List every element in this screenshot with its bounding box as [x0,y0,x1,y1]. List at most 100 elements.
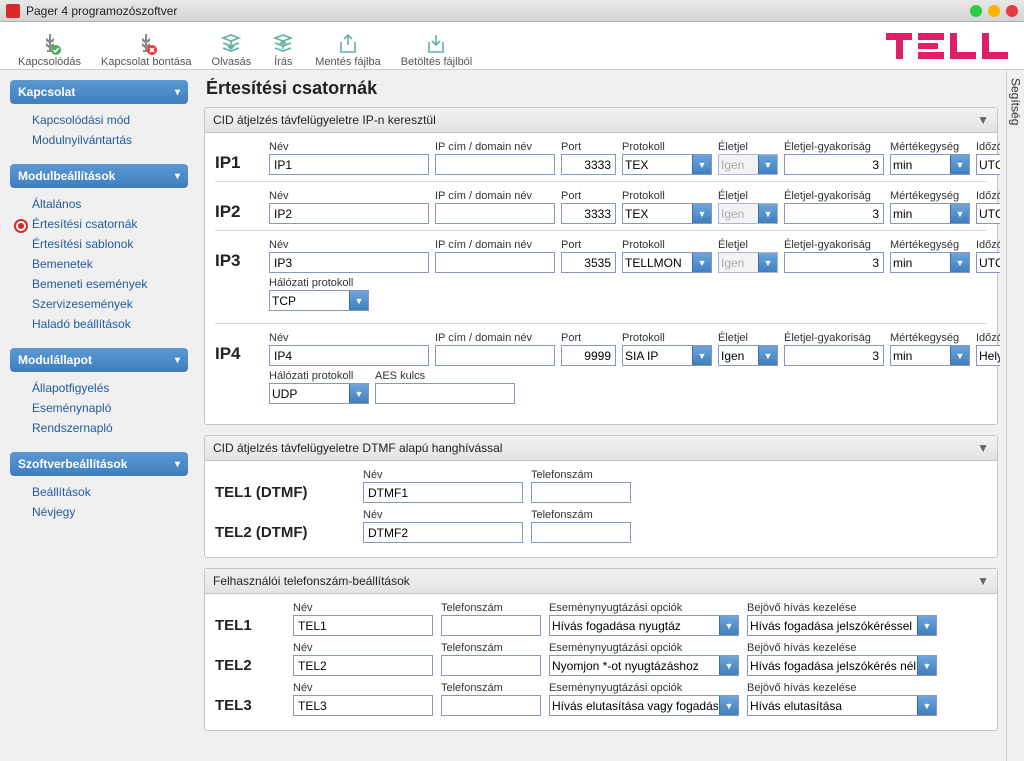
ip-row: IP3 Név IP cím / domain név Port Protoko… [215,239,987,273]
tel-incoming-select[interactable]: Hívás fogadása jelszókérés nélkül [747,655,937,676]
panel-dtmf-header[interactable]: CID átjelzés távfelügyeletre DTMF alapú … [205,436,997,461]
sidebar-item[interactable]: Bemenetek [14,254,184,274]
ip-unit-select[interactable]: min [890,154,970,175]
dtmf-phone-input[interactable] [531,482,631,503]
sidebar-section-header[interactable]: Kapcsolat▾ [10,80,188,104]
connect-button[interactable]: Kapcsolódás [8,30,91,68]
ip-name-input[interactable] [269,154,429,175]
ip-address-input[interactable] [435,154,555,175]
sidebar-item[interactable]: Beállítások [14,482,184,502]
sidebar-item[interactable]: Értesítési sablonok [14,234,184,254]
dtmf-phone-input[interactable] [531,522,631,543]
load-from-file-button[interactable]: Betöltés fájlból [391,30,483,68]
sidebar-section-header[interactable]: Modulállapot▾ [10,348,188,372]
dtmf-name-input[interactable] [363,522,523,543]
ip-row: IP2 Név IP cím / domain név Port Protoko… [215,190,987,224]
ip-row-label: IP3 [215,251,263,273]
ip-heartbeat-freq-input[interactable] [784,345,884,366]
window-minimize-icon[interactable] [970,5,982,17]
main-area: Értesítési csatornák CID átjelzés távfel… [198,70,1006,761]
ip-protocol-select[interactable]: SIA IP [622,345,712,366]
main-scroll[interactable]: Értesítési csatornák CID átjelzés távfel… [204,78,1000,753]
ip-name-input[interactable] [269,345,429,366]
ip-heartbeat-select[interactable]: Igen [718,345,778,366]
window-close-icon[interactable] [1006,5,1018,17]
save-to-file-button[interactable]: Mentés fájlba [305,30,390,68]
sidebar-item[interactable]: Állapotfigyelés [14,378,184,398]
ip-unit-select[interactable]: min [890,252,970,273]
ip-heartbeat-select: Igen [718,252,778,273]
tel-ack-select[interactable]: Hívás fogadása nyugtáz [549,615,739,636]
dtmf-row-label: TEL1 (DTMF) [215,484,355,503]
ip-row-label: IP1 [215,153,263,175]
ip-net-protocol-select[interactable]: TCP [269,290,369,311]
tel-name-input[interactable] [293,615,433,636]
ip-heartbeat-freq-input[interactable] [784,252,884,273]
ip-timezone-select[interactable]: UTC [976,252,1000,273]
ip-unit-select[interactable]: min [890,345,970,366]
disconnect-button[interactable]: Kapcsolat bontása [91,30,202,68]
ip-port-input[interactable] [561,345,616,366]
tel-phone-input[interactable] [441,615,541,636]
sidebar-item[interactable]: Általános [14,194,184,214]
sidebar-item[interactable]: Eseménynapló [14,398,184,418]
ip-timezone-select[interactable]: Helyi [976,345,1000,366]
sidebar-item[interactable]: Haladó beállítások [14,314,184,334]
sidebar-section-header[interactable]: Szoftverbeállítások▾ [10,452,188,476]
tel-row-label: TEL1 [215,617,285,636]
ip-net-protocol-select[interactable]: UDP [269,383,369,404]
page-title: Értesítési csatornák [206,78,998,99]
ip-timezone-select[interactable]: UTC [976,203,1000,224]
ip-port-input[interactable] [561,154,616,175]
help-tab[interactable]: Segítség [1006,70,1024,761]
ip-address-input[interactable] [435,252,555,273]
panel-user-phones-header[interactable]: Felhasználói telefonszám-beállítások ▼ [205,569,997,594]
ip-timezone-select[interactable]: UTC [976,154,1000,175]
tel-incoming-select[interactable]: Hívás elutasítása [747,695,937,716]
ip-address-input[interactable] [435,345,555,366]
ip-heartbeat-freq-input[interactable] [784,203,884,224]
ip-name-input[interactable] [269,203,429,224]
ip-port-input[interactable] [561,203,616,224]
usb-x-icon [134,32,158,56]
window-maximize-icon[interactable] [988,5,1000,17]
sidebar-item[interactable]: Névjegy [14,502,184,522]
stack-down-icon [219,32,243,56]
sidebar-section-header[interactable]: Modulbeállítások▾ [10,164,188,188]
tel-ack-select[interactable]: Hívás elutasítása vagy fogadása [549,695,739,716]
tel-row: TEL3 Név Telefonszám Eseménynyugtázási o… [215,682,987,716]
panel-ip-header[interactable]: CID átjelzés távfelügyeletre IP-n keresz… [205,108,997,133]
panel-ip: CID átjelzés távfelügyeletre IP-n keresz… [204,107,998,425]
ip-protocol-select[interactable]: TELLMON [622,252,712,273]
sidebar-item[interactable]: Szervizesemények [14,294,184,314]
ip-row-label: IP4 [215,344,263,366]
ip-protocol-select[interactable]: TEX [622,203,712,224]
sidebar-item[interactable]: Kapcsolódási mód [14,110,184,130]
tel-phone-input[interactable] [441,655,541,676]
chevron-down-icon: ▼ [977,441,989,455]
ip-unit-select[interactable]: min [890,203,970,224]
write-button[interactable]: Írás [261,30,305,68]
tel-name-input[interactable] [293,695,433,716]
sidebar-item[interactable]: Bemeneti események [14,274,184,294]
sidebar-item[interactable]: Értesítési csatornák [14,214,184,234]
ip-heartbeat-freq-input[interactable] [784,154,884,175]
main-toolbar: Kapcsolódás Kapcsolat bontása Olvasás Ír… [0,22,1024,70]
ip-address-input[interactable] [435,203,555,224]
ip-aes-input[interactable] [375,383,515,404]
ip-protocol-select[interactable]: TEX [622,154,712,175]
sidebar-item[interactable]: Modulnyilvántartás [14,130,184,150]
dtmf-row: TEL1 (DTMF) Név Telefonszám [215,469,987,503]
tel-row-label: TEL2 [215,657,285,676]
panel-dtmf: CID átjelzés távfelügyeletre DTMF alapú … [204,435,998,558]
usb-check-icon [38,32,62,56]
read-button[interactable]: Olvasás [202,30,262,68]
tel-phone-input[interactable] [441,695,541,716]
dtmf-name-input[interactable] [363,482,523,503]
tel-ack-select[interactable]: Nyomjon *-ot nyugtázáshoz [549,655,739,676]
tel-incoming-select[interactable]: Hívás fogadása jelszókéréssel [747,615,937,636]
ip-port-input[interactable] [561,252,616,273]
tel-name-input[interactable] [293,655,433,676]
sidebar-item[interactable]: Rendszernapló [14,418,184,438]
ip-name-input[interactable] [269,252,429,273]
